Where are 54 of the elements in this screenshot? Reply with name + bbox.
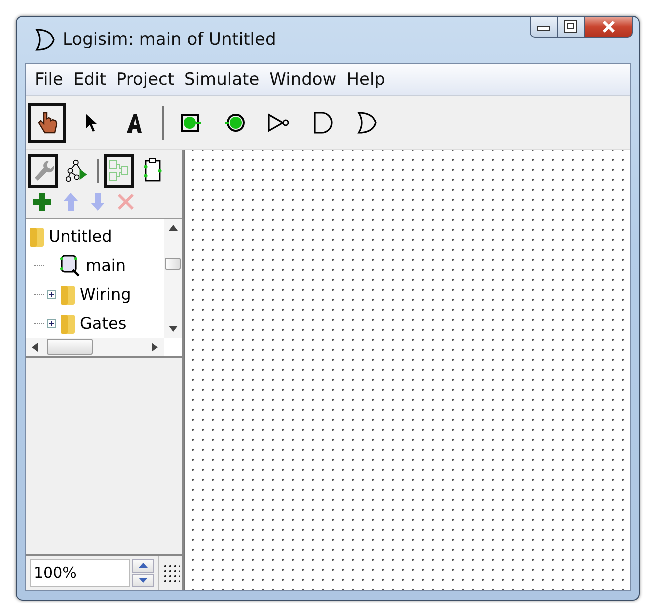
spin-down-icon [138, 578, 148, 583]
delete-icon [117, 193, 135, 211]
plus-icon [32, 192, 52, 212]
menu-item[interactable]: File [30, 70, 68, 90]
menu-item[interactable]: Project [111, 70, 180, 90]
tree-item[interactable]: Untitled [49, 227, 112, 246]
tree-item[interactable]: main [86, 256, 126, 275]
tree-diagram-icon [65, 158, 89, 184]
and-gate-icon [311, 110, 335, 136]
toolbox-tab[interactable] [28, 154, 58, 188]
not-gate-icon [266, 110, 292, 134]
app-logo-icon [33, 27, 57, 53]
scroll-thumb[interactable] [47, 339, 93, 355]
menu-item[interactable]: Window [264, 70, 342, 90]
zoom-down-button[interactable] [132, 574, 154, 587]
maximize-button[interactable] [558, 16, 585, 38]
scroll-left-icon [32, 342, 38, 352]
zoom-up-button[interactable] [132, 559, 154, 572]
horizontal-scrollbar[interactable] [26, 338, 164, 356]
minimize-button[interactable] [530, 16, 558, 38]
add-circuit-button[interactable] [32, 192, 52, 212]
spin-up-icon [138, 563, 148, 568]
scroll-right-icon [152, 342, 158, 352]
expand-toggle[interactable] [47, 319, 56, 328]
scroll-thumb[interactable] [165, 258, 181, 270]
folder-icon [59, 312, 77, 334]
scroll-down-icon [168, 326, 178, 332]
menu-item[interactable]: Help [342, 70, 390, 90]
or-gate-icon [355, 110, 379, 136]
close-icon [602, 20, 616, 34]
vertical-scrollbar[interactable] [164, 219, 182, 338]
arrow-up-icon [63, 192, 79, 212]
arrow-down-icon [90, 192, 106, 212]
scroll-up-icon [168, 225, 178, 231]
menu-item[interactable]: Edit [68, 70, 112, 90]
zoom-field[interactable]: 100% [30, 559, 130, 587]
folder-icon [59, 284, 77, 306]
appearance-view-icon [142, 158, 164, 184]
window-title: Logisim: main of Untitled [63, 30, 276, 50]
circuit-canvas[interactable] [184, 150, 630, 590]
arrow-pointer-icon [83, 112, 99, 134]
layout-view-icon [107, 158, 131, 184]
layout-view-button[interactable] [104, 154, 134, 188]
poke-tool[interactable] [28, 102, 66, 142]
grid-toggle-button[interactable] [158, 556, 182, 590]
expand-toggle[interactable] [47, 290, 56, 299]
close-button[interactable] [585, 16, 633, 38]
menu-item[interactable]: Simulate [180, 70, 265, 90]
folder-icon [28, 226, 46, 248]
tree-item[interactable]: Wiring [80, 285, 132, 304]
maximize-icon [564, 20, 578, 34]
plus-icon [47, 319, 56, 328]
tree-item[interactable]: Gates [80, 314, 127, 333]
plus-icon [47, 290, 56, 299]
